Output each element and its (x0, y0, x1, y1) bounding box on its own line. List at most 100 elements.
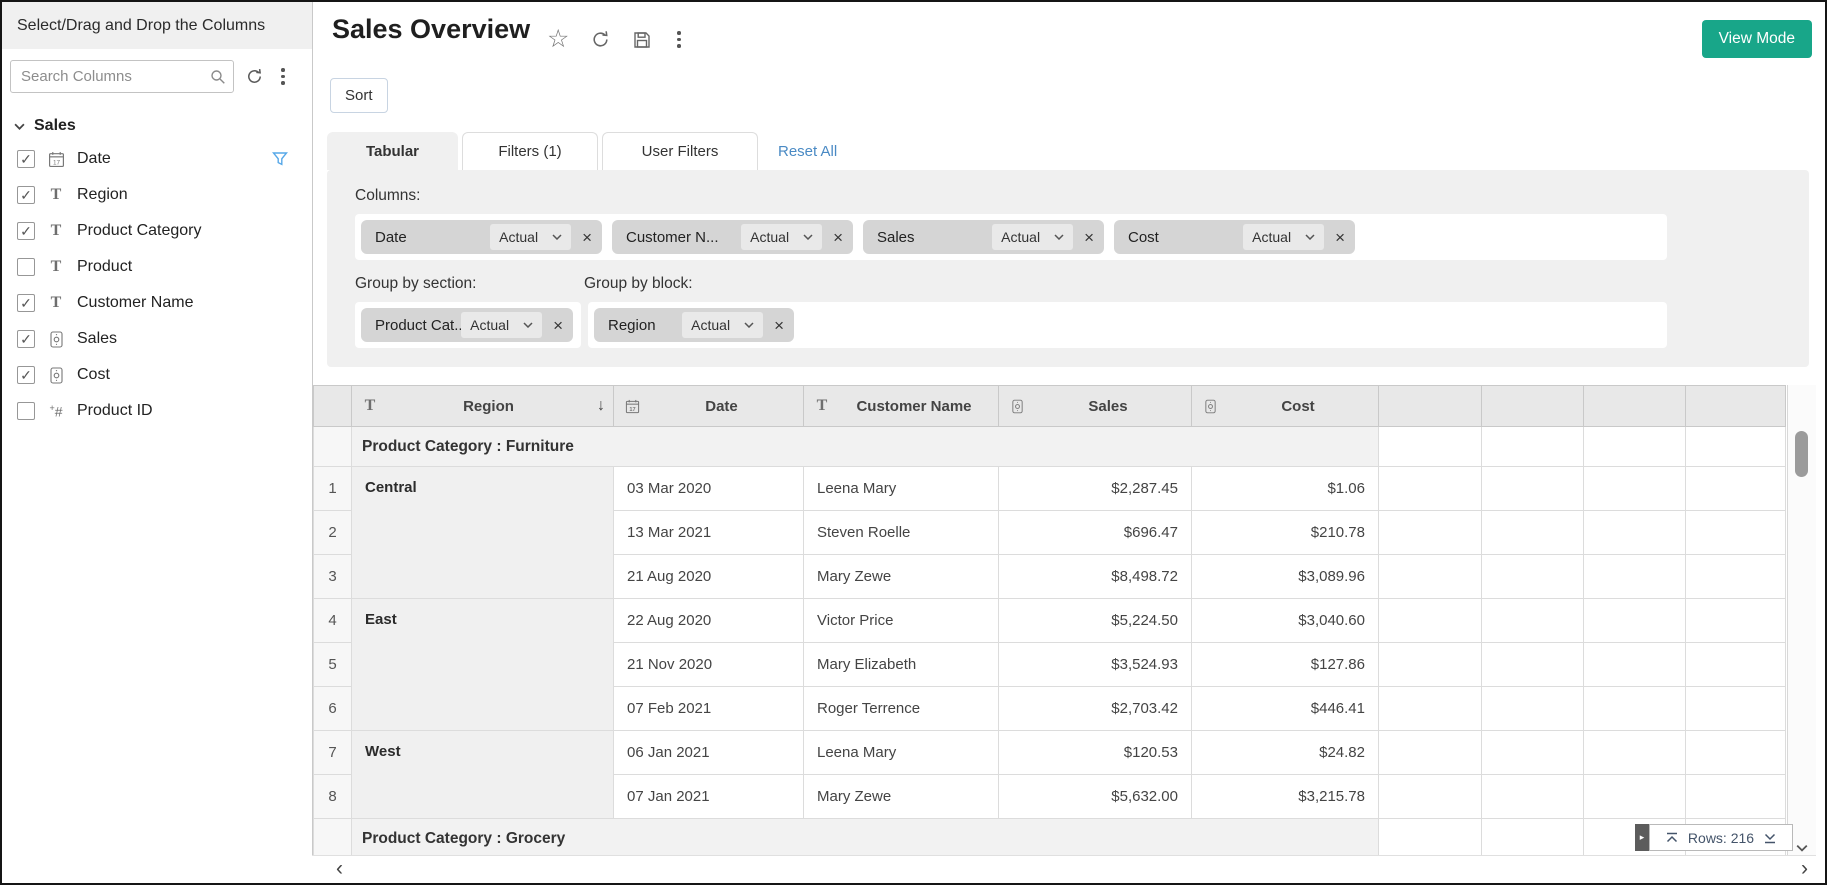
search-input[interactable] (10, 60, 234, 93)
block-pill-region[interactable]: Region Actual × (594, 308, 794, 342)
remove-pill-icon[interactable]: × (1084, 229, 1094, 246)
horizontal-scrollbar[interactable]: ‹ › (312, 855, 1816, 884)
group-header-row: Product Category : Grocery (314, 819, 1786, 856)
aggregation-dropdown[interactable]: Actual (741, 224, 822, 250)
chevron-down-icon (803, 234, 813, 240)
tree-item-product[interactable]: T Product (14, 249, 302, 285)
customer-cell: Mary Zewe (804, 775, 999, 819)
column-header-cost[interactable]: Cost (1192, 386, 1379, 427)
aggregation-dropdown[interactable]: Actual (461, 312, 542, 338)
aggregation-dropdown[interactable]: Actual (992, 224, 1073, 250)
text-type-icon: T (46, 187, 66, 203)
empty-column-header (1584, 386, 1686, 427)
aggregation-dropdown[interactable]: Actual (490, 224, 571, 250)
remove-pill-icon[interactable]: × (582, 229, 592, 246)
group-block-dropzone[interactable]: Region Actual × (588, 302, 1667, 348)
tab-user-filters[interactable]: User Filters (602, 132, 758, 170)
scroll-to-top-icon[interactable] (1665, 831, 1679, 845)
checkbox-checked[interactable]: ✓ (17, 330, 35, 348)
tree-item-product-id[interactable]: +# Product ID (14, 393, 302, 429)
vertical-scrollbar[interactable] (1787, 385, 1816, 855)
refresh-columns-button[interactable] (243, 65, 266, 88)
checkbox-checked[interactable]: ✓ (17, 222, 35, 240)
tree-item-product-category[interactable]: ✓ T Product Category (14, 213, 302, 249)
checkbox-unchecked[interactable] (17, 402, 35, 420)
column-pill-cost[interactable]: Cost Actual × (1114, 220, 1355, 254)
tab-filters[interactable]: Filters (1) (462, 132, 598, 170)
main-area: Sales Overview ☆ (313, 2, 1825, 883)
column-header-region[interactable]: T Region ↓ (352, 386, 614, 427)
scroll-to-bottom-icon[interactable] (1763, 831, 1777, 845)
tree-item-cost[interactable]: ✓ Cost (14, 357, 302, 393)
checkbox-checked[interactable]: ✓ (17, 186, 35, 204)
checkbox-unchecked[interactable] (17, 258, 35, 276)
tab-bar: Tabular Filters (1) User Filters Reset A… (327, 132, 837, 170)
empty-column-header (1379, 386, 1482, 427)
currency-type-icon (1200, 399, 1220, 414)
rows-pager: ▸ Rows: 216 (1635, 824, 1793, 851)
filter-funnel-icon[interactable] (272, 151, 288, 167)
reset-all-link[interactable]: Reset All (778, 132, 837, 170)
remove-pill-icon[interactable]: × (553, 317, 563, 334)
date-cell: 07 Feb 2021 (614, 687, 804, 731)
date-cell: 13 Mar 2021 (614, 511, 804, 555)
cost-cell: $127.86 (1192, 643, 1379, 687)
columns-dropzone[interactable]: Date Actual × Customer N... Actual (355, 214, 1667, 260)
refresh-view-button[interactable] (588, 27, 613, 52)
aggregation-dropdown[interactable]: Actual (1243, 224, 1324, 250)
sales-cell: $120.53 (999, 731, 1192, 775)
more-actions-button[interactable] (671, 27, 687, 52)
column-pill-customer-name[interactable]: Customer N... Actual × (612, 220, 853, 254)
refresh-icon (245, 67, 264, 86)
sidebar-title: Select/Drag and Drop the Columns (2, 2, 312, 49)
save-button[interactable] (630, 28, 654, 52)
remove-pill-icon[interactable]: × (1335, 229, 1345, 246)
refresh-icon (590, 29, 611, 50)
customer-cell: Mary Zewe (804, 555, 999, 599)
column-header-date[interactable]: 17 Date (614, 386, 804, 427)
column-header-sales[interactable]: Sales (999, 386, 1192, 427)
aggregation-dropdown[interactable]: Actual (682, 312, 763, 338)
play-icon: ▸ (1640, 832, 1645, 843)
favorite-button[interactable]: ☆ (545, 25, 571, 54)
tree-item-label: Customer Name (77, 294, 193, 312)
tree-group-sales[interactable]: Sales (14, 111, 302, 141)
group-title-furniture: Product Category : Furniture (352, 427, 1379, 467)
tree-item-sales[interactable]: ✓ Sales (14, 321, 302, 357)
column-pill-sales[interactable]: Sales Actual × (863, 220, 1104, 254)
checkbox-checked[interactable]: ✓ (17, 366, 35, 384)
tree-item-date[interactable]: ✓ 17 Date (14, 141, 302, 177)
sort-button[interactable]: Sort (330, 78, 388, 113)
date-cell: 06 Jan 2021 (614, 731, 804, 775)
chevron-down-icon (552, 234, 562, 240)
checkbox-checked[interactable]: ✓ (17, 150, 35, 168)
column-pill-date[interactable]: Date Actual × (361, 220, 602, 254)
group-section-dropzone[interactable]: Product Cat... Actual × (355, 302, 581, 348)
section-pill-product-category[interactable]: Product Cat... Actual × (361, 308, 573, 342)
sidebar-more-button[interactable] (275, 64, 291, 89)
calendar-icon: 17 (46, 151, 66, 168)
remove-pill-icon[interactable]: × (833, 229, 843, 246)
remove-pill-icon[interactable]: × (774, 317, 784, 334)
checkbox-checked[interactable]: ✓ (17, 294, 35, 312)
tab-tabular[interactable]: Tabular (327, 132, 458, 170)
view-mode-button[interactable]: View Mode (1702, 20, 1812, 58)
currency-type-icon (46, 367, 66, 384)
sales-cell: $8,498.72 (999, 555, 1192, 599)
number-type-icon: +# (46, 404, 66, 419)
vertical-scrollbar-thumb[interactable] (1795, 431, 1808, 477)
chevron-left-icon[interactable]: ‹ (336, 857, 343, 881)
tree-item-region[interactable]: ✓ T Region (14, 177, 302, 213)
column-header-customer[interactable]: T Customer Name (804, 386, 999, 427)
sales-cell: $2,287.45 (999, 467, 1192, 511)
columns-label: Columns: (355, 187, 420, 205)
chevron-right-icon[interactable]: › (1801, 857, 1808, 881)
date-cell: 21 Aug 2020 (614, 555, 804, 599)
tree-item-customer-name[interactable]: ✓ T Customer Name (14, 285, 302, 321)
sort-desc-icon[interactable]: ↓ (597, 397, 605, 415)
row-number: 7 (314, 731, 352, 775)
chevron-down-icon (523, 322, 533, 328)
pager-expand-tab[interactable]: ▸ (1635, 824, 1649, 851)
search-box (10, 60, 234, 93)
region-cell: West (352, 731, 614, 819)
